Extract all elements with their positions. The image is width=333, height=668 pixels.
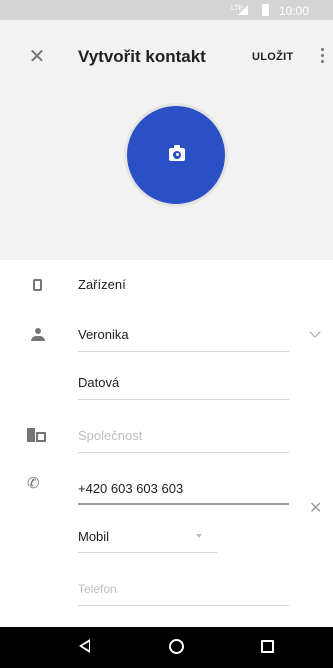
- phone-2-underline: [78, 605, 289, 606]
- last-name-field[interactable]: Datová: [78, 375, 119, 390]
- camera-icon: [169, 145, 185, 161]
- status-bar: LTE 10:00: [0, 0, 333, 20]
- last-name-underline: [78, 399, 289, 400]
- phone-type-underline: [78, 552, 217, 553]
- company-underline: [78, 452, 289, 453]
- close-icon[interactable]: ✕: [26, 46, 48, 68]
- first-name-underline: [78, 351, 289, 352]
- navigation-bar: [0, 627, 333, 668]
- phone-icon: ✆: [27, 475, 40, 492]
- account-selector[interactable]: Zařízení: [78, 277, 126, 292]
- phone-field[interactable]: +420 603 603 603: [78, 481, 183, 496]
- home-icon[interactable]: [169, 639, 184, 654]
- clock: 10:00: [279, 4, 310, 18]
- clear-icon[interactable]: ✕: [309, 501, 322, 517]
- company-field[interactable]: Společnost: [78, 428, 142, 443]
- header: ✕ Vytvořit kontakt ULOŽIT: [0, 20, 333, 260]
- person-icon: [31, 328, 45, 342]
- chevron-down-icon[interactable]: [309, 326, 321, 338]
- company-icon: [27, 428, 47, 442]
- add-photo-button[interactable]: [124, 103, 228, 207]
- device-icon: [33, 279, 42, 291]
- save-button[interactable]: ULOŽIT: [252, 51, 294, 63]
- back-icon[interactable]: [79, 639, 90, 653]
- dropdown-arrow-icon[interactable]: [196, 534, 202, 538]
- phone-underline: [78, 503, 289, 505]
- phone-field-2[interactable]: Telefon: [78, 582, 117, 596]
- more-options-icon[interactable]: [316, 45, 328, 67]
- signal-icon: [238, 5, 248, 15]
- recents-icon[interactable]: [261, 640, 274, 653]
- battery-icon: [262, 4, 269, 16]
- first-name-field[interactable]: Veronika: [78, 327, 129, 342]
- phone-type-select[interactable]: Mobil: [78, 529, 109, 544]
- page-title: Vytvořit kontakt: [78, 47, 206, 66]
